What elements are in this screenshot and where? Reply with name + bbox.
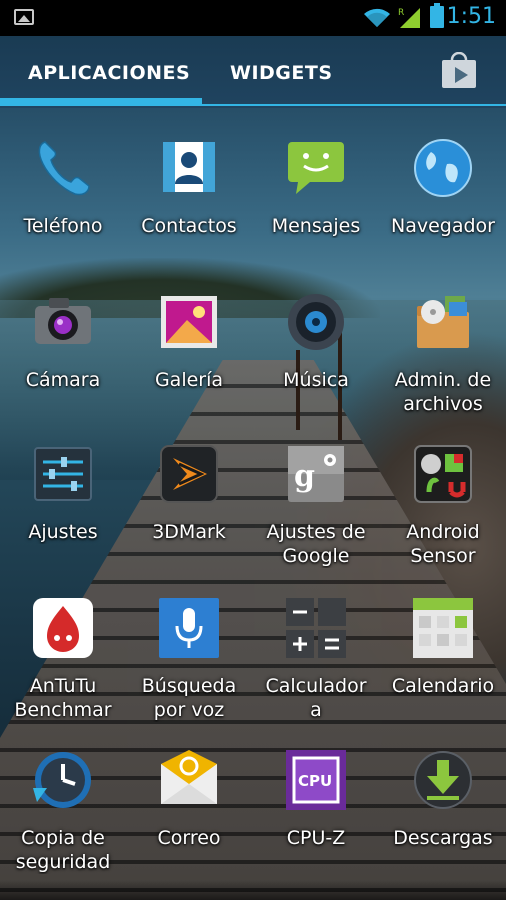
signal-icon: R: [398, 8, 420, 28]
app-label: Copia de seguridad: [15, 827, 111, 873]
messages-icon: [288, 142, 344, 194]
calculator-icon: [286, 598, 346, 658]
antutu-icon: [33, 598, 93, 658]
gallery-icon: [161, 296, 217, 348]
svg-text:CPU: CPU: [298, 772, 332, 790]
app-label: CPU-Z: [286, 827, 346, 849]
settings-icon: [34, 447, 92, 501]
bottom-shadow: [0, 880, 506, 900]
app-label: 3DMark: [152, 521, 226, 543]
3dmark-icon: [160, 445, 218, 503]
app-label: Admin. de archivos: [394, 369, 492, 415]
app-label: Música: [283, 369, 349, 391]
app-label: AnTuTu Benchmar: [14, 675, 112, 721]
backup-icon: [33, 752, 91, 808]
app-label: Descargas: [393, 827, 493, 849]
picture-notification-icon: [14, 9, 34, 25]
downloads-icon: [414, 751, 472, 809]
contacts-icon: [163, 142, 215, 192]
clock: 1:51: [446, 4, 496, 29]
app-label: Búsqueda por voz: [141, 675, 237, 721]
app-label: Ajustes: [28, 521, 98, 543]
battery-icon: [430, 3, 444, 28]
cpu-z-icon: CPU: [286, 750, 346, 810]
file-manager-icon: [417, 296, 469, 348]
voice-search-icon: [159, 598, 219, 658]
phone-icon: [38, 141, 90, 196]
app-label: Cámara: [25, 369, 101, 391]
tab-apps[interactable]: APLICACIONES: [28, 62, 190, 84]
app-label: Navegador: [391, 215, 495, 237]
wifi-icon: [364, 8, 390, 27]
app-label: Calendario: [391, 675, 495, 697]
play-store-icon[interactable]: [440, 52, 478, 90]
roaming-indicator: R: [398, 8, 404, 18]
status-bar: R 1:51: [0, 0, 506, 36]
music-icon: [288, 294, 344, 350]
app-label: Ajustes de Google: [266, 521, 366, 567]
calendar-icon: [413, 598, 473, 658]
app-label: Teléfono: [23, 215, 103, 237]
app-label: Contactos: [141, 215, 237, 237]
email-icon: [161, 750, 217, 804]
svg-text:g: g: [294, 459, 315, 494]
camera-icon: [35, 298, 91, 344]
app-label: Calculador a: [265, 675, 367, 721]
google-settings-icon: g: [288, 446, 344, 502]
browser-icon: [414, 139, 472, 197]
app-label: Correo: [157, 827, 221, 849]
tab-widgets[interactable]: WIDGETS: [230, 62, 333, 84]
tab-selected-indicator: [0, 98, 202, 106]
app-label: Android Sensor: [406, 521, 480, 567]
android-sensor-icon: [414, 445, 472, 503]
app-label: Mensajes: [271, 215, 361, 237]
app-label: Galería: [154, 369, 224, 391]
